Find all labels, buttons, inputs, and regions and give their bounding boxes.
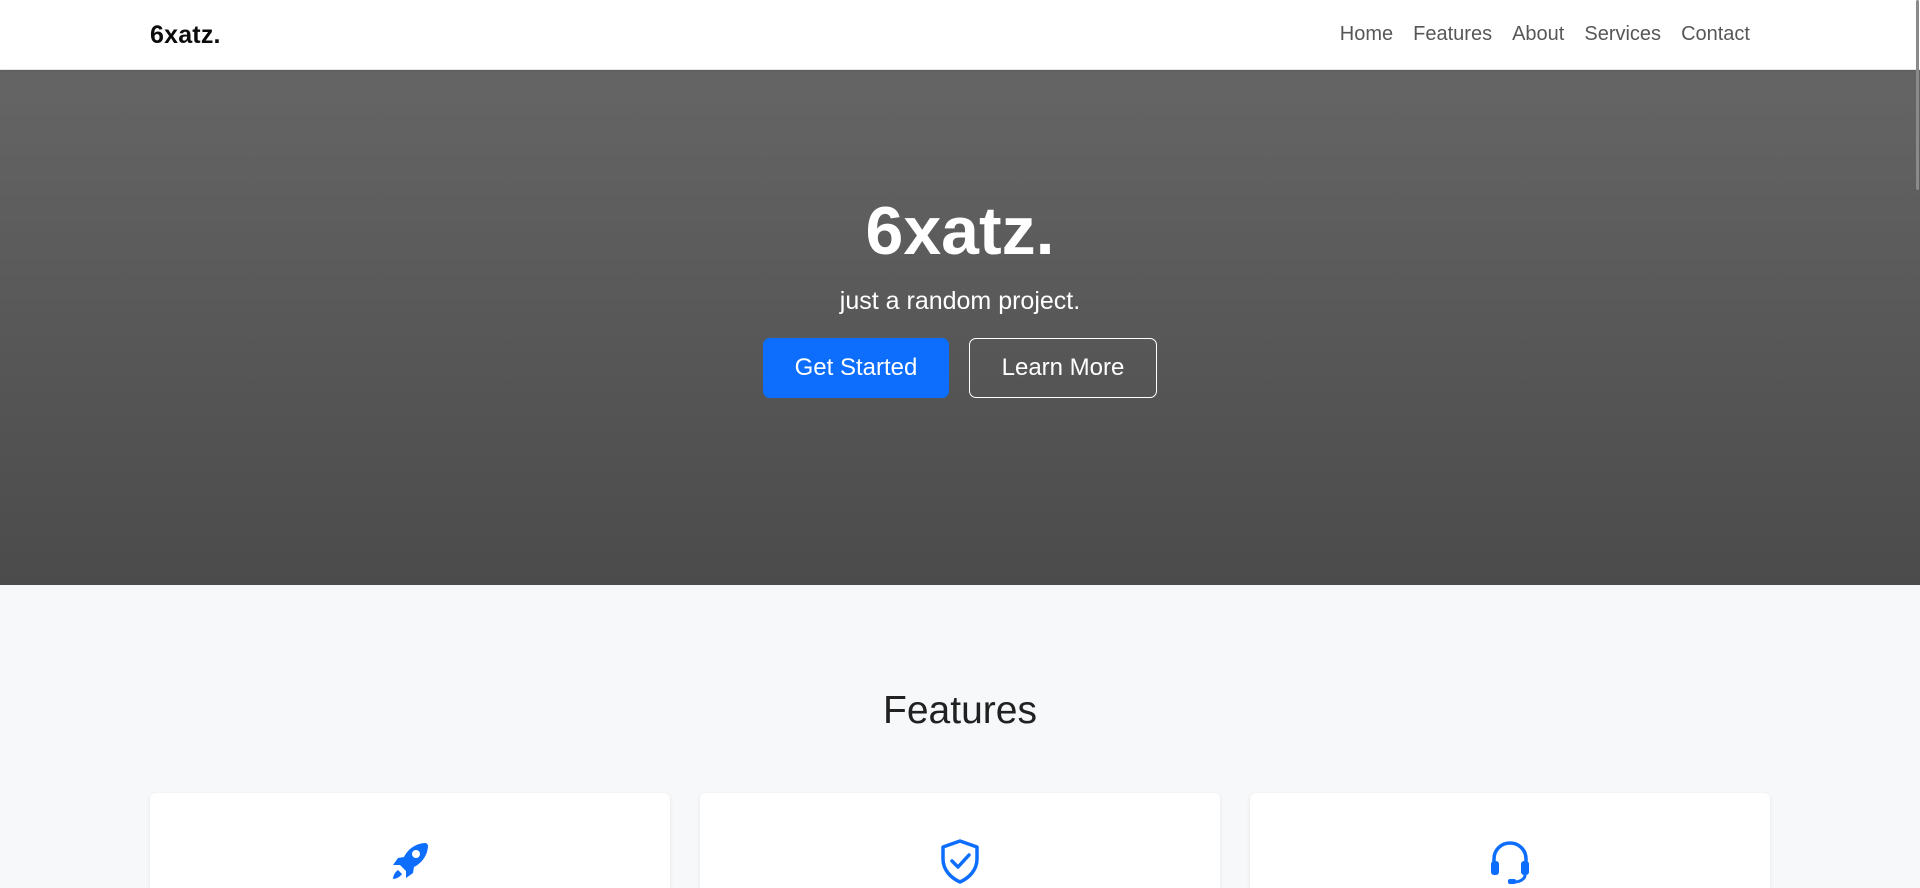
nav-link-home[interactable]: Home bbox=[1330, 23, 1403, 46]
nav-link-about[interactable]: About bbox=[1502, 23, 1574, 46]
headset-icon bbox=[1491, 841, 1529, 884]
nav-links: Home Features About Services Contact bbox=[1330, 0, 1760, 69]
get-started-button[interactable]: Get Started bbox=[763, 338, 949, 398]
scrollbar-thumb[interactable] bbox=[1916, 0, 1919, 190]
page: 6xatz. Home Features About Services Cont… bbox=[0, 0, 1920, 888]
feature-card-speed bbox=[150, 793, 670, 888]
hero-subtitle: just a random project. bbox=[839, 287, 1081, 315]
nav-link-services[interactable]: Services bbox=[1574, 23, 1671, 46]
brand-logo[interactable]: 6xatz. bbox=[150, 21, 221, 50]
navbar: 6xatz. Home Features About Services Cont… bbox=[0, 0, 1920, 70]
feature-card-security bbox=[700, 793, 1220, 888]
nav-link-contact[interactable]: Contact bbox=[1671, 23, 1760, 46]
nav-link-features[interactable]: Features bbox=[1403, 23, 1502, 46]
hero-title: 6xatz. bbox=[865, 193, 1055, 269]
hero-buttons: Get Started Learn More bbox=[0, 338, 1920, 398]
hero-section: 6xatz. just a random project. Get Starte… bbox=[0, 69, 1920, 585]
features-section: Features bbox=[0, 585, 1920, 888]
features-title: Features bbox=[883, 689, 1037, 732]
learn-more-button[interactable]: Learn More bbox=[969, 338, 1157, 398]
shield-check-icon bbox=[941, 839, 979, 884]
scrollbar[interactable] bbox=[1912, 0, 1920, 888]
rocket-icon bbox=[393, 843, 428, 879]
feature-card-support bbox=[1250, 793, 1770, 888]
